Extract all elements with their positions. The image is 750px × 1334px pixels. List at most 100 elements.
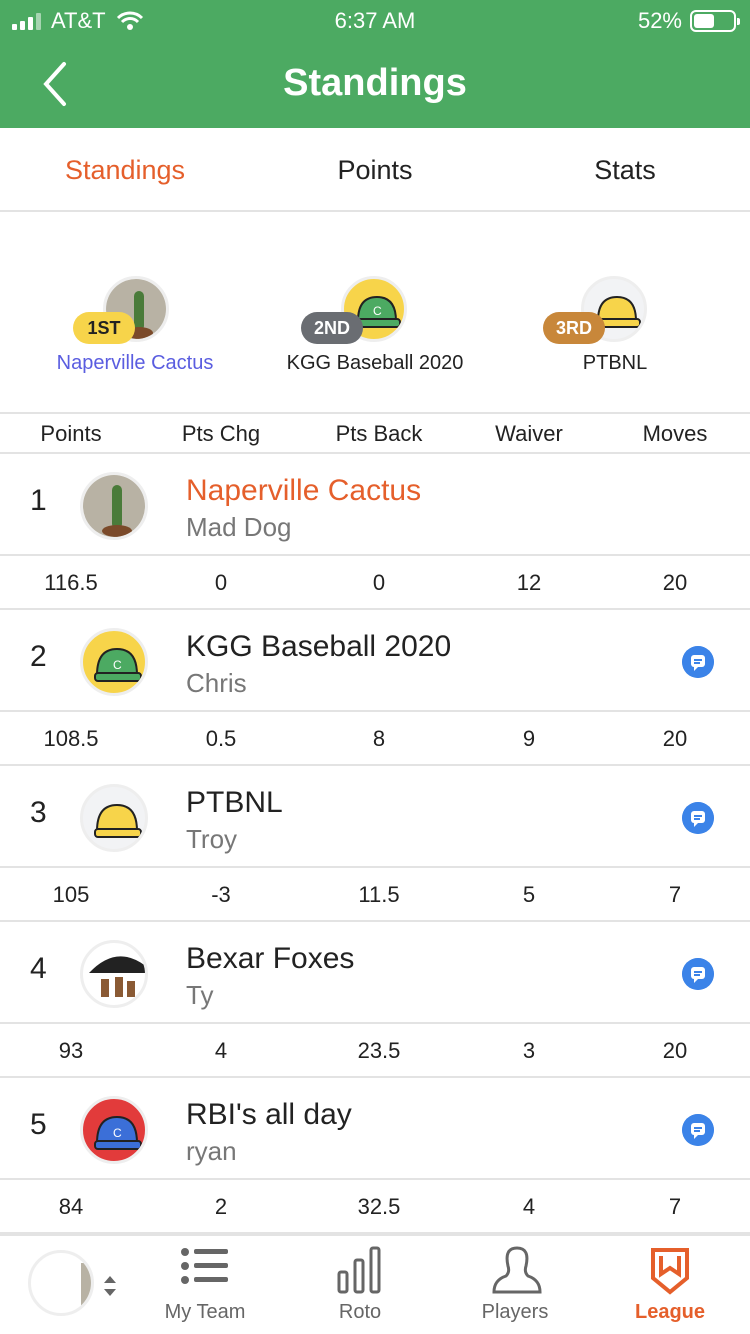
nav-players[interactable]: Players xyxy=(440,1236,590,1334)
cap-avatar-icon: C xyxy=(80,1096,148,1164)
avatar xyxy=(80,472,148,540)
stat-pts-back: 0 xyxy=(372,570,386,595)
stat-moves: 7 xyxy=(668,1194,682,1219)
tab-stats[interactable]: Stats xyxy=(500,128,750,210)
svg-text:C: C xyxy=(113,658,122,672)
person-icon xyxy=(492,1246,542,1294)
stat-moves: 20 xyxy=(662,726,688,751)
team-rank: 2 xyxy=(30,640,47,673)
bar-chart-icon xyxy=(337,1246,381,1294)
rank-badge: 3RD xyxy=(543,312,605,344)
stat-pts-back: 11.5 xyxy=(358,882,400,907)
nav-label: My Team xyxy=(164,1301,246,1323)
page-title: Standings xyxy=(283,62,467,104)
column-pts-back: Pts Back xyxy=(335,421,423,446)
stat-pts-chg: 0.5 xyxy=(205,726,237,751)
nav-league[interactable]: League xyxy=(595,1236,745,1334)
stat-points: 84 xyxy=(58,1194,84,1219)
team-switcher[interactable] xyxy=(0,1236,150,1334)
stat-pts-back: 23.5 xyxy=(357,1038,401,1063)
chat-bubble-icon[interactable] xyxy=(682,1114,714,1146)
app-header: AT&T 6:37 AM 52% Standings xyxy=(0,0,750,128)
team-owner: Mad Dog xyxy=(186,512,292,542)
stat-waiver: 9 xyxy=(522,726,536,751)
team-rank: 5 xyxy=(30,1108,47,1141)
podium: 1ST Naperville Cactus C 2ND KGG Baseball… xyxy=(0,212,750,414)
stat-waiver: 5 xyxy=(522,882,536,907)
bottom-tab-bar: My Team Roto Players League xyxy=(0,1234,750,1334)
nav-my-team[interactable]: My Team xyxy=(130,1236,280,1334)
team-rank: 1 xyxy=(30,484,47,517)
avatar xyxy=(28,1250,94,1316)
team-name[interactable]: Naperville Cactus xyxy=(186,474,421,508)
battery-percent: 52% xyxy=(637,8,682,33)
nav-label: League xyxy=(634,1301,706,1323)
stat-pts-back: 8 xyxy=(372,726,386,751)
svg-text:C: C xyxy=(373,304,382,318)
stat-pts-back: 32.5 xyxy=(357,1194,401,1219)
column-pts-chg: Pts Chg xyxy=(181,421,261,446)
battery-icon xyxy=(690,10,740,32)
team-row[interactable]: 1 Naperville Cactus Mad Dog xyxy=(0,454,750,556)
team-row[interactable]: 5 C RBI's all day ryan xyxy=(0,1078,750,1180)
stat-points: 105 xyxy=(52,882,90,907)
team-stats-row: 108.5 0.5 8 9 20 xyxy=(0,712,750,766)
chat-bubble-icon[interactable] xyxy=(682,646,714,678)
nav-roto[interactable]: Roto xyxy=(285,1236,435,1334)
avatar xyxy=(80,940,148,1008)
team-name[interactable]: KGG Baseball 2020 xyxy=(186,630,451,664)
stat-pts-chg: -3 xyxy=(211,882,231,907)
team-stats-row: 105 -3 11.5 5 7 xyxy=(0,868,750,922)
nav-label: Players xyxy=(481,1301,549,1323)
stat-points: 93 xyxy=(58,1038,84,1063)
rank-badge: 1ST xyxy=(73,312,135,344)
stat-moves: 20 xyxy=(662,1038,688,1063)
podium-team-name[interactable]: KGG Baseball 2020 xyxy=(255,352,495,375)
nav-label: Roto xyxy=(338,1301,382,1323)
tab-points[interactable]: Points xyxy=(250,128,500,210)
column-points: Points xyxy=(40,421,102,446)
team-stats-row: 93 4 23.5 3 20 xyxy=(0,1024,750,1078)
stat-waiver: 12 xyxy=(516,570,542,595)
stat-pts-chg: 2 xyxy=(214,1194,228,1219)
league-shield-icon xyxy=(651,1248,689,1295)
column-moves: Moves xyxy=(642,421,708,446)
team-owner: Troy xyxy=(186,824,238,854)
stats-column-header: Points Pts Chg Pts Back Waiver Moves xyxy=(0,414,750,454)
tab-bar: Standings Points Stats xyxy=(0,128,750,212)
chat-bubble-icon[interactable] xyxy=(682,802,714,834)
team-rank: 3 xyxy=(30,796,47,829)
team-owner: Chris xyxy=(186,668,247,698)
team-owner: ryan xyxy=(186,1136,237,1166)
rank-badge: 2ND xyxy=(301,312,363,344)
team-row[interactable]: 3 PTBNL Troy xyxy=(0,766,750,868)
podium-team-name[interactable]: Naperville Cactus xyxy=(15,352,255,375)
stat-pts-chg: 4 xyxy=(214,1038,228,1063)
cap-avatar-icon xyxy=(80,784,148,852)
team-rank: 4 xyxy=(30,952,47,985)
stat-moves: 20 xyxy=(662,570,688,595)
list-icon xyxy=(181,1248,228,1284)
cap-avatar-icon: C xyxy=(80,628,148,696)
team-row[interactable]: 4 Bexar Foxes Ty xyxy=(0,922,750,1024)
stat-pts-chg: 0 xyxy=(214,570,228,595)
stat-points: 116.5 xyxy=(44,570,98,595)
team-owner: Ty xyxy=(186,980,214,1010)
stat-waiver: 4 xyxy=(522,1194,536,1219)
team-row[interactable]: 2 C KGG Baseball 2020 Chris xyxy=(0,610,750,712)
team-stats-row: 116.5 0 0 12 20 xyxy=(0,556,750,610)
chat-bubble-icon[interactable] xyxy=(682,958,714,990)
status-bar: AT&T 6:37 AM 52% xyxy=(0,0,750,40)
tab-standings[interactable]: Standings xyxy=(0,128,250,210)
team-name[interactable]: RBI's all day xyxy=(186,1098,352,1132)
svg-text:C: C xyxy=(113,1126,122,1140)
stat-moves: 7 xyxy=(668,882,682,907)
team-stats-row: 84 2 32.5 4 7 xyxy=(0,1180,750,1234)
sort-arrows-icon xyxy=(104,1276,116,1296)
stat-waiver: 3 xyxy=(522,1038,536,1063)
team-name[interactable]: Bexar Foxes xyxy=(186,942,354,976)
stat-points: 108.5 xyxy=(43,726,99,751)
podium-team-name[interactable]: PTBNL xyxy=(495,352,735,375)
column-waiver: Waiver xyxy=(495,421,563,446)
team-name[interactable]: PTBNL xyxy=(186,786,283,820)
